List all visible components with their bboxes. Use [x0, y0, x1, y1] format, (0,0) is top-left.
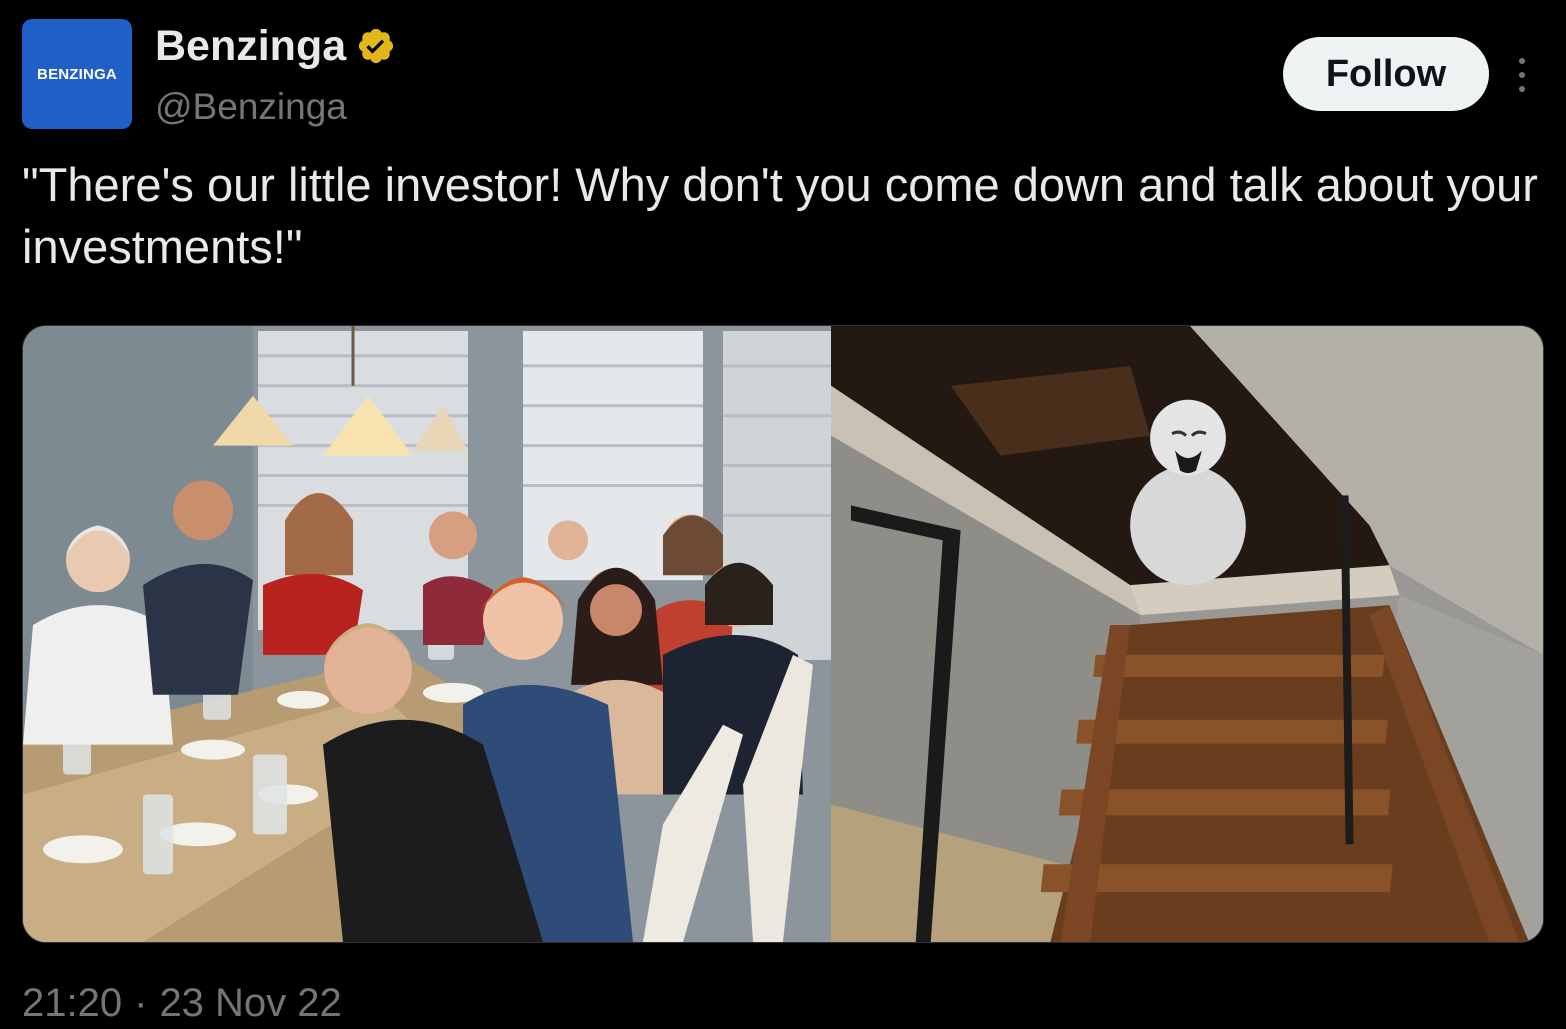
attic-stairs-meme-figure[interactable] [831, 326, 1543, 942]
author-avatar[interactable]: BENZINGA [22, 19, 132, 129]
tweet-text: "There's our little investor! Why don't … [22, 158, 1551, 273]
more-dot [1519, 72, 1525, 78]
follow-button[interactable]: Follow [1283, 37, 1489, 111]
avatar-logo-text: BENZINGA [37, 65, 117, 83]
author-handle[interactable]: @Benzinga [155, 84, 347, 130]
family-dinner-photo[interactable] [23, 326, 831, 942]
more-dot [1519, 86, 1525, 92]
family-dinner-illustration [23, 326, 831, 942]
timestamp-separator: · [134, 981, 148, 1025]
tweet-date: 23 Nov 22 [159, 981, 342, 1025]
attic-stairs-illustration [831, 326, 1543, 942]
author-name-row: Benzinga [155, 20, 396, 72]
verified-badge-icon[interactable] [356, 26, 396, 66]
tweet-timestamp[interactable]: 21:20 · 23 Nov 22 [22, 978, 342, 1028]
tweet-media[interactable] [22, 325, 1544, 943]
more-dot [1519, 58, 1525, 64]
tweet-time: 21:20 [22, 981, 123, 1025]
more-options-icon[interactable] [1507, 55, 1537, 95]
author-display-name[interactable]: Benzinga [155, 20, 346, 72]
tweet-card: BENZINGA Benzinga @Benzinga Follow "Ther… [0, 0, 1566, 1029]
